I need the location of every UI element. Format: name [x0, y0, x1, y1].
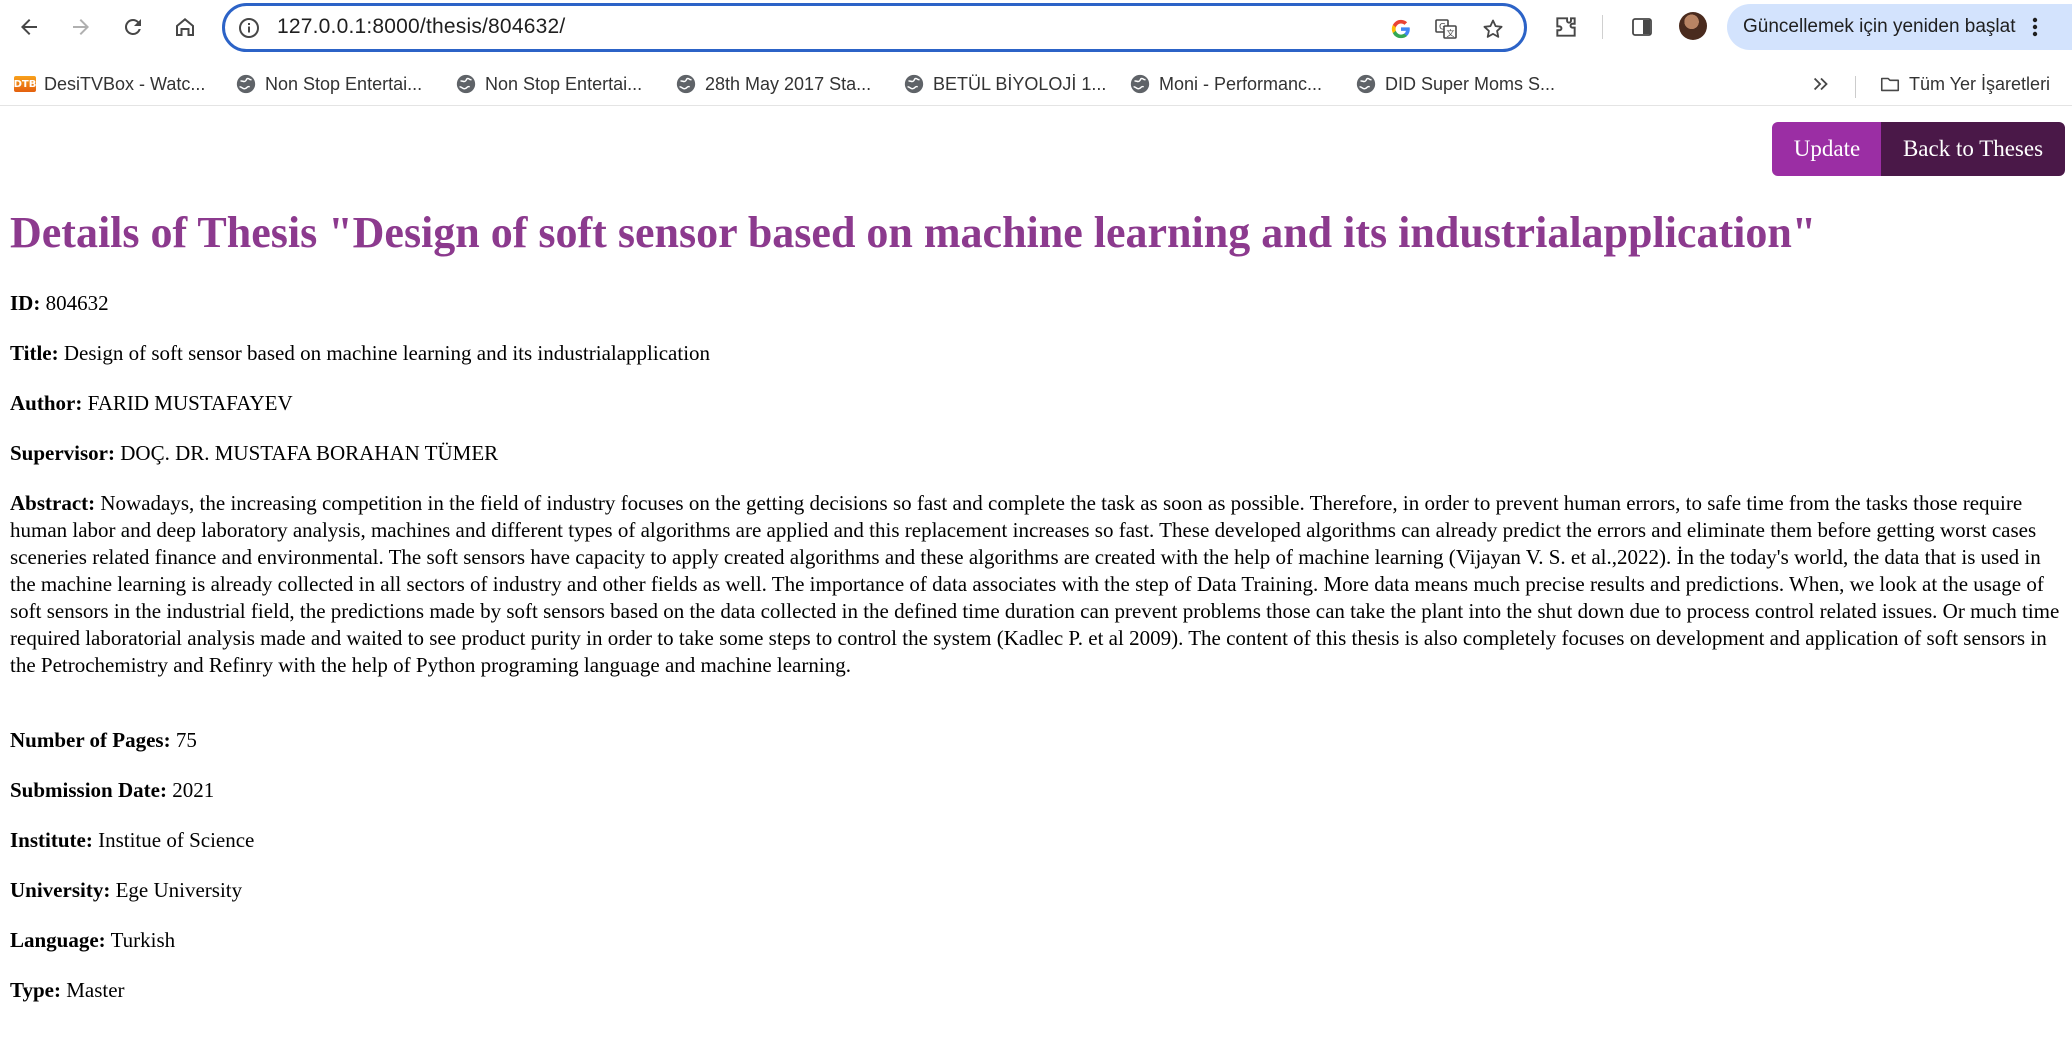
bookmark-star-icon[interactable]: [1480, 16, 1506, 42]
thesis-language-row: Language: Turkish: [10, 927, 175, 954]
thesis-abstract-row: Abstract: Nowadays, the increasing compe…: [10, 490, 2065, 679]
field-label: ID:: [10, 291, 41, 315]
dtb-favicon: DTB: [13, 76, 37, 92]
thesis-pages-value: 75: [175, 728, 197, 752]
thesis-pages-row: Number of Pages: 75: [10, 727, 197, 754]
field-label: University:: [10, 878, 111, 902]
field-label: Language:: [10, 928, 106, 952]
bookmark-item[interactable]: BETÜL BİYOLOJİ 1...: [903, 71, 1106, 97]
restart-label: Güncellemek için yeniden başlat: [1743, 16, 2016, 37]
field-label: Supervisor:: [10, 441, 115, 465]
thesis-id-row: ID: 804632: [10, 290, 109, 317]
thesis-author-row: Author: FARID MUSTAFAYEV: [10, 390, 293, 417]
google-lens-icon[interactable]: [1388, 16, 1414, 42]
thesis-supervisor-row: Supervisor: DOÇ. DR. MUSTAFA BORAHAN TÜM…: [10, 440, 498, 467]
bookmark-item[interactable]: DTB DesiTVBox - Watc...: [13, 71, 206, 97]
forward-arrow-icon[interactable]: [62, 8, 100, 46]
thesis-type-value: Master: [66, 978, 125, 1002]
translate-icon[interactable]: G文: [1433, 16, 1459, 42]
globe-icon: [1355, 73, 1377, 95]
bookmark-item[interactable]: 28th May 2017 Sta...: [675, 71, 871, 97]
thesis-abstract-value: Nowadays, the increasing competition in …: [10, 491, 2060, 677]
bookmark-label: Non Stop Entertai...: [265, 73, 423, 94]
page-title: Details of Thesis "Design of soft sensor…: [10, 208, 1817, 257]
thesis-title-value: Design of soft sensor based on machine l…: [63, 341, 711, 365]
site-info-icon[interactable]: [237, 16, 261, 40]
thesis-supervisor-value: DOÇ. DR. MUSTAFA BORAHAN TÜMER: [120, 441, 499, 465]
update-button[interactable]: Update: [1772, 122, 1882, 176]
thesis-title-row: Title: Design of soft sensor based on ma…: [10, 340, 710, 367]
bookmark-label: DesiTVBox - Watc...: [44, 73, 206, 94]
thesis-submission-date-value: 2021: [172, 778, 215, 802]
browser-toolbar: 127.0.0.1:8000/thesis/804632/ G文 Güncell…: [0, 0, 2072, 54]
field-label: Submission Date:: [10, 778, 167, 802]
bookmark-item[interactable]: Moni - Performanc...: [1129, 71, 1322, 97]
address-bar[interactable]: 127.0.0.1:8000/thesis/804632/ G文: [222, 3, 1527, 52]
bookmarks-divider: [1855, 76, 1856, 98]
thesis-university-row: University: Ege University: [10, 877, 242, 904]
all-bookmarks-folder[interactable]: Tüm Yer İşaretleri: [1879, 71, 2050, 97]
more-bookmarks-chevron-icon[interactable]: [1810, 71, 1832, 97]
field-label: Title:: [10, 341, 59, 365]
thesis-submission-date-row: Submission Date: 2021: [10, 777, 214, 804]
back-arrow-icon[interactable]: [10, 8, 48, 46]
toolbar-divider: [1602, 15, 1603, 39]
back-to-theses-button[interactable]: Back to Theses: [1881, 122, 2065, 176]
field-label: Type:: [10, 978, 61, 1002]
reload-icon[interactable]: [114, 8, 152, 46]
globe-icon: [235, 73, 257, 95]
thesis-university-value: Ege University: [115, 878, 243, 902]
bookmark-label: 28th May 2017 Sta...: [705, 73, 872, 94]
extensions-puzzle-icon[interactable]: [1551, 12, 1581, 42]
bookmark-label: Non Stop Entertai...: [485, 73, 643, 94]
restart-to-update-button[interactable]: Güncellemek için yeniden başlat: [1727, 4, 2072, 50]
globe-icon: [455, 73, 477, 95]
thesis-institute-row: Institute: Institue of Science: [10, 827, 254, 854]
bookmarks-bar: DTB DesiTVBox - Watc... Non Stop Enterta…: [0, 62, 2072, 106]
home-icon[interactable]: [166, 8, 204, 46]
profile-avatar[interactable]: [1679, 12, 1707, 40]
more-menu-icon[interactable]: [2032, 17, 2038, 37]
thesis-language-value: Turkish: [110, 928, 176, 952]
svg-text:文: 文: [1447, 28, 1455, 38]
field-label: Author:: [10, 391, 83, 415]
globe-icon: [675, 73, 697, 95]
all-bookmarks-label: Tüm Yer İşaretleri: [1909, 73, 2051, 94]
thesis-type-row: Type: Master: [10, 977, 125, 1004]
bookmark-label: Moni - Performanc...: [1159, 73, 1323, 94]
page-content: Update Back to Theses Details of Thesis …: [0, 107, 2072, 1050]
globe-icon: [903, 73, 925, 95]
thesis-id-value: 804632: [45, 291, 109, 315]
bookmark-label: BETÜL BİYOLOJİ 1...: [933, 73, 1107, 94]
field-label: Number of Pages:: [10, 728, 171, 752]
thesis-author-value: FARID MUSTAFAYEV: [87, 391, 293, 415]
bookmark-item[interactable]: Non Stop Entertai...: [455, 71, 642, 97]
field-label: Abstract:: [10, 491, 96, 515]
folder-icon: [1879, 73, 1901, 95]
bookmark-item[interactable]: DID Super Moms S...: [1355, 71, 1555, 97]
field-label: Institute:: [10, 828, 93, 852]
globe-icon: [1129, 73, 1151, 95]
bookmark-label: DID Super Moms S...: [1385, 73, 1556, 94]
bookmark-item[interactable]: Non Stop Entertai...: [235, 71, 422, 97]
side-panel-icon[interactable]: [1627, 12, 1657, 42]
thesis-institute-value: Institue of Science: [98, 828, 255, 852]
url-text[interactable]: 127.0.0.1:8000/thesis/804632/: [277, 15, 565, 39]
